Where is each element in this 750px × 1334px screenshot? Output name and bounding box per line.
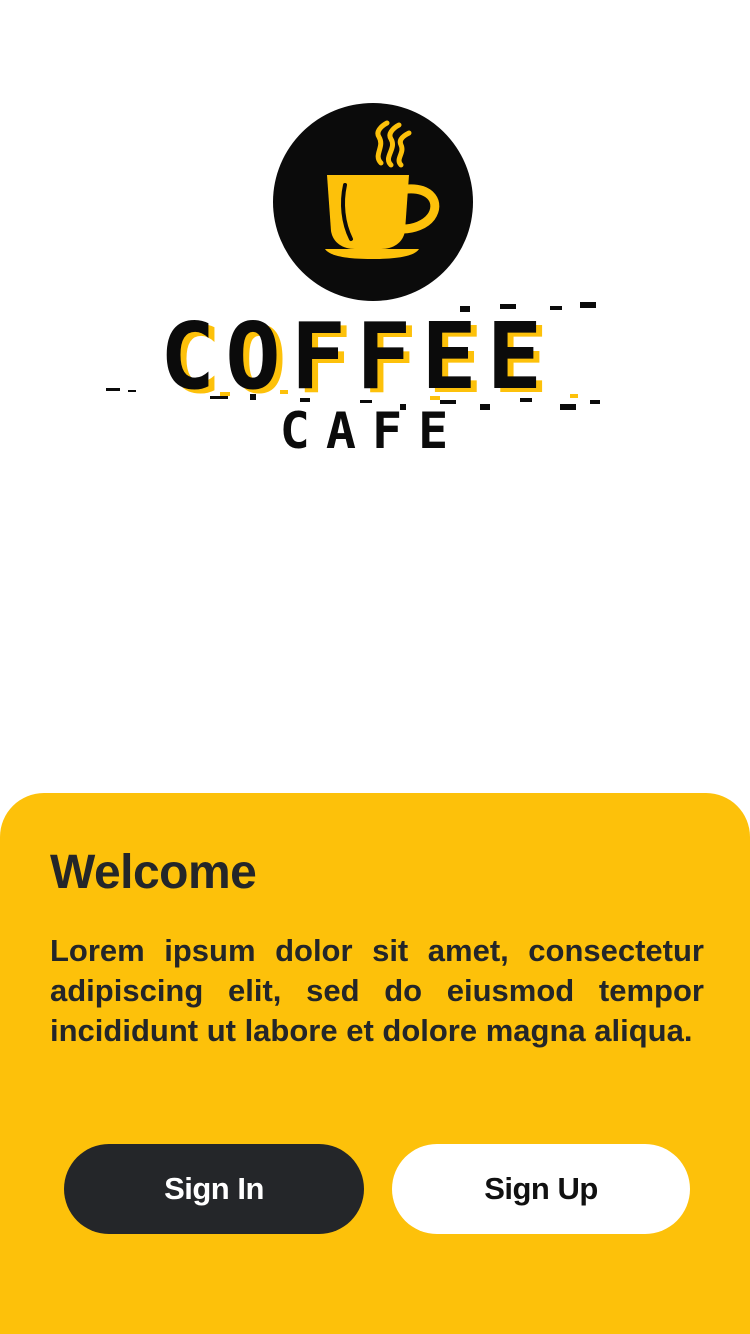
- welcome-sheet: Welcome Lorem ipsum dolor sit amet, cons…: [0, 793, 750, 1334]
- sign-in-label: Sign In: [164, 1171, 264, 1206]
- logo-line1: COFFEE: [160, 303, 552, 410]
- sign-up-button[interactable]: Sign Up: [392, 1144, 690, 1234]
- logo-wordmark: COFFEE COFFEE CAFE: [106, 302, 600, 460]
- sign-up-label: Sign Up: [484, 1171, 598, 1206]
- coffee-cafe-logo: COFFEE COFFEE CAFE: [100, 100, 620, 460]
- welcome-description: Lorem ipsum dolor sit amet, consectetur …: [50, 933, 704, 1048]
- welcome-title: Welcome: [50, 846, 257, 899]
- logo-circle: [273, 103, 473, 301]
- logo-line2: CAFE: [280, 402, 464, 460]
- welcome-screen: COFFEE COFFEE CAFE Welcome Lorem ipsum d…: [0, 0, 750, 1334]
- coffee-cup-icon: [325, 120, 440, 259]
- sign-in-button[interactable]: Sign In: [64, 1144, 364, 1234]
